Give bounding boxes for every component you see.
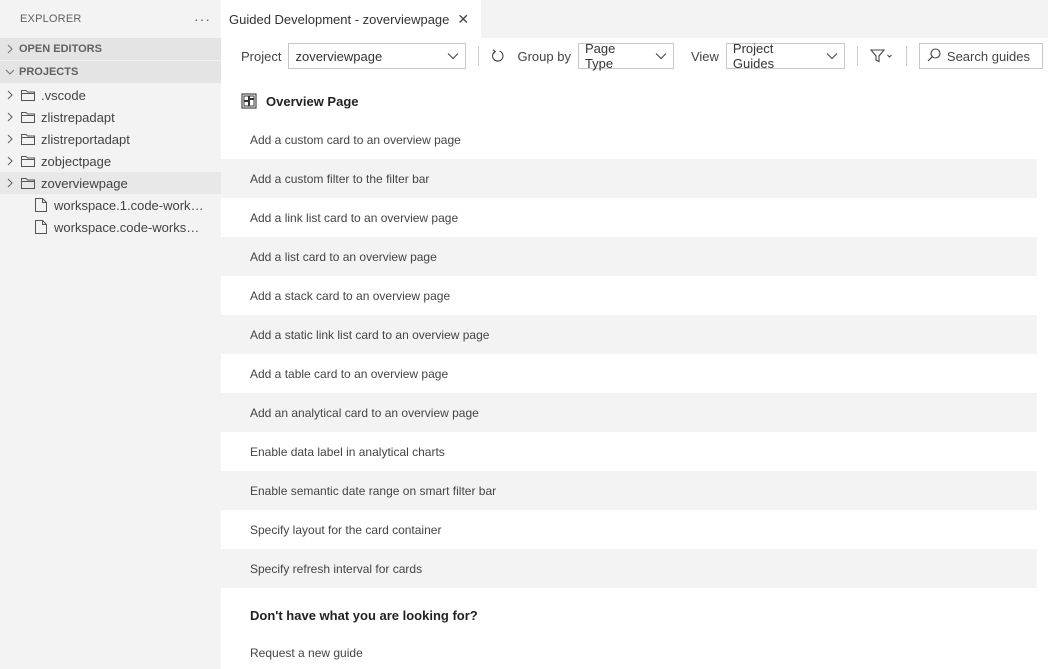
group-title: Overview Page xyxy=(266,93,359,109)
guide-row[interactable]: Add an analytical card to an overview pa… xyxy=(221,393,1037,432)
chevron-right-icon xyxy=(3,112,17,122)
group-header: Overview Page xyxy=(221,82,1037,120)
view-label: View xyxy=(690,48,719,64)
guide-row[interactable]: Add a list card to an overview page xyxy=(221,237,1037,276)
refresh-icon[interactable] xyxy=(491,49,505,63)
guide-row[interactable]: Add a link list card to an overview page xyxy=(221,198,1037,237)
file-icon xyxy=(33,198,49,212)
project-select[interactable]: zoverviewpage xyxy=(288,43,467,69)
chevron-right-icon xyxy=(3,134,17,144)
filter-icon[interactable] xyxy=(869,49,894,63)
toolbar-divider xyxy=(478,46,480,66)
tree-folder-label: zoverviewpage xyxy=(41,175,128,191)
tree-folder-label: .vscode xyxy=(41,87,86,103)
tree-file-label: workspace.1.code-workspace xyxy=(54,197,204,213)
explorer-header: EXPLORER ··· xyxy=(0,0,221,38)
folder-icon xyxy=(20,111,36,123)
tree-file-label: workspace.code-workspace xyxy=(54,219,204,235)
file-icon xyxy=(33,220,49,234)
chevron-down-icon xyxy=(826,52,838,60)
folder-icon xyxy=(20,89,36,101)
guide-row[interactable]: Add a table card to an overview page xyxy=(221,354,1037,393)
tree-folder-zoverviewpage[interactable]: zoverviewpage xyxy=(0,172,221,194)
tree-folder-label: zobjectpage xyxy=(41,153,112,169)
guide-row[interactable]: Enable semantic date range on smart filt… xyxy=(221,471,1037,510)
tab-bar: Guided Development - zoverviewpage ✕ xyxy=(221,0,1048,38)
missing-guide-heading: Don't have what you are looking for? xyxy=(250,607,478,623)
search-icon xyxy=(927,47,941,65)
view-select-value: Project Guides xyxy=(732,41,775,71)
group-by-select-value: Page Type xyxy=(584,41,616,71)
open-editors-label: OPEN EDITORS xyxy=(19,43,102,55)
tree-folder-zobjectpage[interactable]: zobjectpage xyxy=(0,150,221,172)
chevron-down-icon xyxy=(3,68,17,76)
open-editors-section[interactable]: OPEN EDITORS xyxy=(0,38,221,60)
tab-title: Guided Development - zoverviewpage xyxy=(229,11,450,27)
chevron-right-icon xyxy=(3,178,17,188)
more-actions-icon[interactable]: ··· xyxy=(194,11,211,27)
close-icon[interactable]: ✕ xyxy=(457,11,469,28)
tree-folder-zlistrepadapt[interactable]: zlistrepadapt xyxy=(0,106,221,128)
projects-label: PROJECTS xyxy=(19,66,79,78)
search-field[interactable] xyxy=(918,43,1043,69)
folder-icon xyxy=(20,177,36,189)
guide-row[interactable]: Specify refresh interval for cards xyxy=(221,549,1037,588)
projects-section[interactable]: PROJECTS xyxy=(0,61,221,83)
editor-area: Guided Development - zoverviewpage ✕ Pro… xyxy=(221,0,1048,669)
view-select[interactable]: Project Guides xyxy=(725,41,845,71)
guide-row[interactable]: Specify layout for the card container xyxy=(221,510,1037,549)
project-label: Project xyxy=(241,48,282,64)
group-by-label: Group by xyxy=(517,48,571,64)
folder-icon xyxy=(20,133,36,145)
guides-toolbar: Project zoverviewpage Group by Page Type… xyxy=(221,38,1048,74)
tab-guided-development[interactable]: Guided Development - zoverviewpage ✕ xyxy=(221,0,482,38)
overview-page-icon xyxy=(241,93,257,109)
project-select-value: zoverviewpage xyxy=(295,48,383,64)
guide-row[interactable]: Add a custom filter to the filter bar xyxy=(221,159,1037,198)
tree-folder-label: zlistreportadapt xyxy=(41,131,130,147)
guide-row[interactable]: Add a static link list card to an overvi… xyxy=(221,315,1037,354)
guides-list: Overview Page Add a custom card to an ov… xyxy=(221,82,1037,668)
search-input[interactable] xyxy=(946,48,1037,64)
tree-folder-vscode[interactable]: .vscode xyxy=(0,84,221,106)
guide-row[interactable]: Enable data label in analytical charts xyxy=(221,432,1037,471)
chevron-right-icon xyxy=(3,44,17,54)
tree-folder-label: zlistrepadapt xyxy=(41,109,115,125)
tree-file-workspace-1[interactable]: workspace.1.code-workspace xyxy=(0,194,221,216)
guide-row[interactable]: Add a stack card to an overview page xyxy=(221,276,1037,315)
request-guide-link[interactable]: Request a new guide xyxy=(221,638,1037,668)
chevron-down-icon xyxy=(655,52,667,60)
chevron-right-icon xyxy=(3,156,17,166)
chevron-down-icon xyxy=(447,52,459,60)
tree-folder-zlistreportadapt[interactable]: zlistreportadapt xyxy=(0,128,221,150)
explorer-sidebar: EXPLORER ··· OPEN EDITORS PROJECTS .vsco… xyxy=(0,0,221,669)
group-by-select[interactable]: Page Type xyxy=(577,41,674,71)
explorer-title: EXPLORER xyxy=(20,13,82,25)
folder-icon xyxy=(20,155,36,167)
toolbar-divider xyxy=(905,46,907,66)
tree-file-workspace[interactable]: workspace.code-workspace xyxy=(0,216,221,238)
chevron-right-icon xyxy=(3,90,17,100)
project-tree: .vscode zlistrepadapt zlistreportadapt z… xyxy=(0,84,221,238)
toolbar-divider xyxy=(856,46,858,66)
guide-row[interactable]: Add a custom card to an overview page xyxy=(221,120,1037,159)
